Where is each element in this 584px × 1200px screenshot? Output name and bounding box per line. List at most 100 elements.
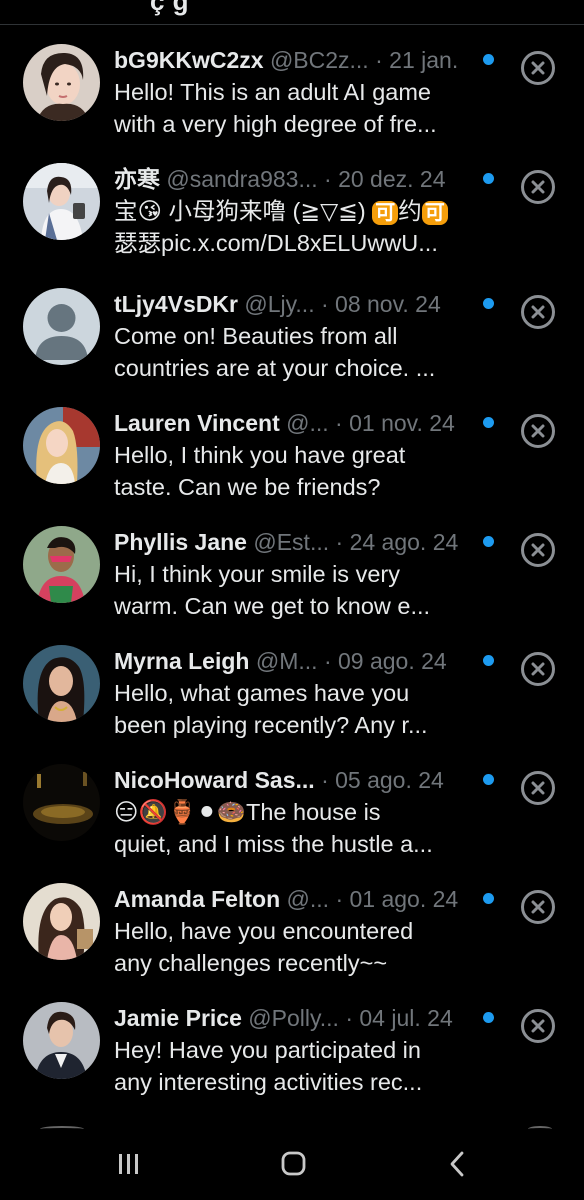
conversation-row[interactable]: bG9KKwC2zx @BC2z... · 21 jan. Hello! Thi… bbox=[0, 25, 584, 144]
message-text: The house is bbox=[245, 799, 381, 825]
sender-name: NicoHoward Sas... bbox=[114, 767, 315, 793]
message-line-1: Hello, what games have you bbox=[114, 680, 410, 706]
separator: · bbox=[324, 166, 332, 192]
avatar[interactable] bbox=[23, 44, 100, 121]
message-preview: Hello, I think you have great taste. Can… bbox=[114, 439, 464, 503]
avatar[interactable] bbox=[23, 1002, 100, 1079]
unread-indicator bbox=[483, 54, 494, 65]
sender-handle: @... bbox=[286, 886, 330, 912]
conversation-row[interactable]: NicoHoward Sas... · 05 ago. 24 😑🔕🏺⚫🍩The … bbox=[0, 745, 584, 864]
message-date: 21 jan. bbox=[389, 47, 459, 73]
message-preview: Come on! Beauties from all countries are… bbox=[114, 320, 464, 384]
dismiss-button[interactable] bbox=[521, 414, 555, 448]
message-line-2: with a very high degree of fre... bbox=[114, 111, 437, 137]
sender-name: Lauren Vincent bbox=[114, 410, 280, 436]
message-line-1: Hello, have you encountered bbox=[114, 918, 414, 944]
message-line-1: 宝😘 小母狗来噜 (≧▽≦) 可约可 bbox=[114, 195, 464, 227]
message-line-2: any interesting activities rec... bbox=[114, 1069, 423, 1095]
blonde-woman-avatar bbox=[23, 407, 100, 484]
woman-selfie-avatar bbox=[23, 163, 100, 240]
back-button[interactable] bbox=[438, 1148, 478, 1180]
conversation-row[interactable]: Myrna Leigh @M... · 09 ago. 24 Hello, wh… bbox=[0, 626, 584, 745]
avatar[interactable] bbox=[23, 883, 100, 960]
conversation-header: 亦寒 @sandra983... · 20 dez. 24 bbox=[114, 164, 474, 194]
emoji-sequence: 😑🔕🏺⚫🍩 bbox=[114, 799, 246, 825]
message-line-2: warm. Can we get to know e... bbox=[114, 593, 431, 619]
message-line-2: taste. Can we be friends? bbox=[114, 474, 381, 500]
header-title-cut: ç g bbox=[150, 0, 190, 16]
sender-handle: @M... bbox=[255, 648, 318, 674]
recents-button[interactable] bbox=[108, 1148, 148, 1180]
dismiss-button[interactable] bbox=[521, 295, 555, 329]
dismiss-button[interactable] bbox=[521, 170, 555, 204]
home-button[interactable] bbox=[273, 1148, 313, 1180]
message-preview: 😑🔕🏺⚫🍩The house is quiet, and I miss the … bbox=[114, 796, 464, 860]
conversation-row[interactable]: Amanda Felton @... · 01 ago. 24 Hello, h… bbox=[0, 864, 584, 983]
sender-name: Jamie Price bbox=[114, 1005, 242, 1031]
dismiss-button[interactable] bbox=[521, 533, 555, 567]
top-header-cut: ç g bbox=[0, 0, 584, 25]
conversation-header: bG9KKwC2zx @BC2z... · 21 jan. bbox=[114, 45, 474, 75]
separator: · bbox=[335, 410, 343, 436]
message-date: 01 nov. 24 bbox=[349, 410, 455, 436]
close-icon bbox=[531, 1019, 545, 1033]
message-text: 宝😘 小母狗来噜 (≧▽≦) bbox=[114, 198, 373, 224]
dismiss-button[interactable] bbox=[521, 652, 555, 686]
message-line-1: Hi, I think your smile is very bbox=[114, 561, 400, 587]
badge: 可 bbox=[421, 201, 448, 225]
unread-indicator bbox=[483, 774, 494, 785]
message-date: 20 dez. 24 bbox=[338, 166, 446, 192]
close-icon bbox=[531, 180, 545, 194]
sender-handle: @Ljy... bbox=[244, 291, 315, 317]
conversation-row[interactable]: Phyllis Jane @Est... · 24 ago. 24 Hi, I … bbox=[0, 507, 584, 626]
sender-handle: @Est... bbox=[253, 529, 330, 555]
avatar[interactable] bbox=[23, 645, 100, 722]
sender-name: Myrna Leigh bbox=[114, 648, 250, 674]
avatar[interactable] bbox=[23, 163, 100, 240]
close-icon bbox=[531, 61, 545, 75]
woman-dark-hair-avatar bbox=[23, 645, 100, 722]
message-date: 09 ago. 24 bbox=[338, 648, 447, 674]
message-date: 01 ago. 24 bbox=[349, 886, 459, 912]
dismiss-button[interactable] bbox=[521, 1009, 555, 1043]
message-line-2: been playing recently? Any r... bbox=[114, 712, 428, 738]
message-preview: Hey! Have you participated in any intere… bbox=[114, 1034, 464, 1098]
conversation-header: Amanda Felton @... · 01 ago. 24 bbox=[114, 884, 474, 914]
conversation-header: Jamie Price @Polly... · 04 jul. 24 bbox=[114, 1003, 474, 1033]
unread-indicator bbox=[483, 893, 494, 904]
close-icon bbox=[531, 305, 545, 319]
conversation-header: Myrna Leigh @M... · 09 ago. 24 bbox=[114, 646, 474, 676]
conversation-row[interactable]: Lauren Vincent @... · 01 nov. 24 Hello, … bbox=[0, 388, 584, 507]
recents-icon bbox=[119, 1154, 138, 1174]
message-line-1: Come on! Beauties from all bbox=[114, 323, 398, 349]
sender-name: 亦寒 bbox=[114, 166, 160, 192]
separator: · bbox=[320, 291, 329, 317]
messages-screen: ç g bG9KKwC2zx @BC2z... · 21 jan. Hello!… bbox=[0, 0, 584, 1200]
conversation-header: Lauren Vincent @... · 01 nov. 24 bbox=[114, 408, 474, 438]
message-preview: Hi, I think your smile is very warm. Can… bbox=[114, 558, 464, 622]
avatar[interactable] bbox=[23, 407, 100, 484]
separator: · bbox=[375, 47, 383, 73]
avatar[interactable] bbox=[23, 526, 100, 603]
conversation-header: Phyllis Jane @Est... · 24 ago. 24 bbox=[114, 527, 474, 557]
home-icon bbox=[281, 1151, 306, 1176]
unread-indicator bbox=[483, 536, 494, 547]
sender-handle: @Polly... bbox=[248, 1005, 339, 1031]
sender-handle: @... bbox=[286, 410, 329, 436]
conversation-row[interactable]: Jamie Price @Polly... · 04 jul. 24 Hey! … bbox=[0, 983, 584, 1102]
unread-indicator bbox=[483, 1012, 494, 1023]
message-line-2: 瑟瑟pic.x.com/DL8xELUwwU... bbox=[114, 230, 438, 256]
dismiss-button[interactable] bbox=[521, 51, 555, 85]
conversation-row[interactable]: 亦寒 @sandra983... · 20 dez. 24 宝😘 小母狗来噜 (… bbox=[0, 144, 584, 263]
dismiss-button[interactable] bbox=[521, 890, 555, 924]
avatar[interactable] bbox=[23, 288, 100, 365]
message-date: 24 ago. 24 bbox=[349, 529, 459, 555]
unread-indicator bbox=[483, 298, 494, 309]
message-date: 04 jul. 24 bbox=[359, 1005, 453, 1031]
avatar[interactable] bbox=[23, 764, 100, 841]
separator: · bbox=[335, 886, 344, 912]
dismiss-button[interactable] bbox=[521, 771, 555, 805]
close-icon bbox=[531, 781, 545, 795]
close-icon bbox=[531, 424, 545, 438]
conversation-row[interactable]: tLjy4VsDKr @Ljy... · 08 nov. 24 Come on!… bbox=[0, 269, 584, 388]
